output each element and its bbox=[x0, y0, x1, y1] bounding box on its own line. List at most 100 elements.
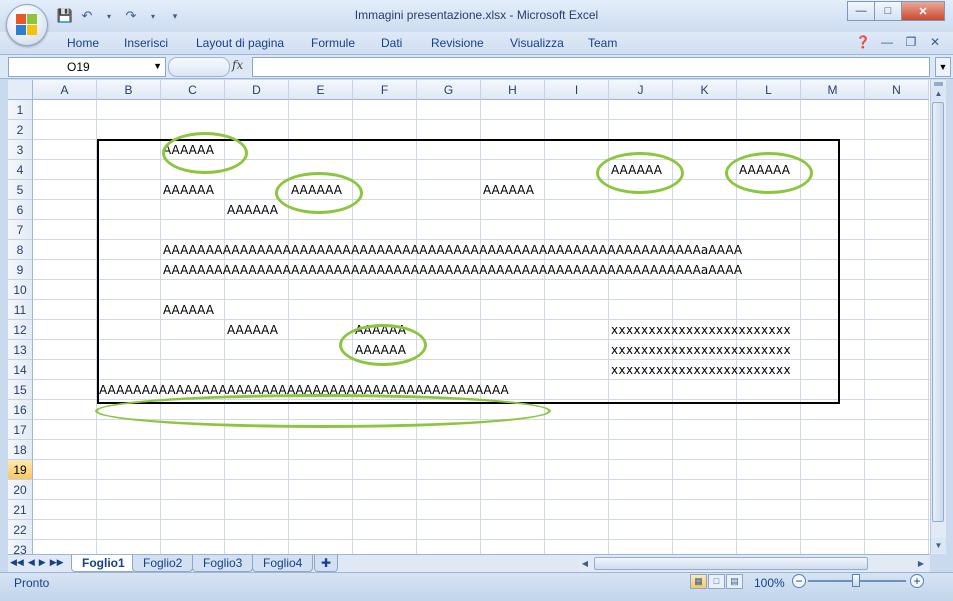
ellipse-j4-shape[interactable] bbox=[596, 152, 684, 194]
cell-area[interactable]: AAAAAA AAAAAA AAAAAA AAAAAA AAAAAA AAAAAA AAAA… bbox=[33, 100, 930, 554]
column-header-i[interactable]: I bbox=[545, 80, 609, 100]
column-header-m[interactable]: M bbox=[801, 80, 865, 100]
office-logo-icon bbox=[16, 14, 38, 36]
tab-formule[interactable]: Formule bbox=[311, 36, 355, 50]
row-header-6[interactable]: 6 bbox=[8, 200, 33, 220]
prev-sheet-icon[interactable]: ◀ bbox=[28, 557, 35, 568]
tab-home[interactable]: Home bbox=[67, 36, 99, 50]
row-header-21[interactable]: 21 bbox=[8, 500, 33, 520]
status-bar: Pronto ▦ □ ▤ 100% − + bbox=[0, 572, 953, 601]
column-header-d[interactable]: D bbox=[225, 80, 289, 100]
maximize-icon[interactable]: □ bbox=[874, 1, 902, 21]
column-header-b[interactable]: B bbox=[97, 80, 161, 100]
tab-team[interactable]: Team bbox=[588, 36, 617, 50]
help-icon[interactable]: ❓ bbox=[855, 35, 871, 49]
scroll-down-icon[interactable]: ▼ bbox=[931, 538, 946, 553]
page-break-view-icon[interactable]: ▤ bbox=[726, 574, 743, 589]
scroll-left-icon[interactable]: ◀ bbox=[578, 556, 592, 572]
column-header-n[interactable]: N bbox=[865, 80, 929, 100]
sheet-tab-foglio1[interactable]: Foglio1 bbox=[71, 555, 136, 572]
tab-visualizza[interactable]: Visualizza bbox=[510, 36, 564, 50]
tab-inserisci[interactable]: Inserisci bbox=[124, 36, 168, 50]
workbook-restore-icon[interactable]: ❐ bbox=[903, 35, 919, 49]
expand-formula-bar-icon[interactable]: ▼ bbox=[935, 57, 951, 77]
row-header-1[interactable]: 1 bbox=[8, 100, 33, 120]
row-header-9[interactable]: 9 bbox=[8, 260, 33, 280]
column-header-c[interactable]: C bbox=[161, 80, 225, 100]
tab-revisione[interactable]: Revisione bbox=[431, 36, 484, 50]
ellipse-c3-shape[interactable] bbox=[162, 132, 248, 174]
zoom-slider-thumb[interactable] bbox=[852, 574, 860, 587]
insert-function-icon[interactable]: fx bbox=[232, 58, 243, 72]
row-header-17[interactable]: 17 bbox=[8, 420, 33, 440]
view-buttons: ▦ □ ▤ bbox=[690, 574, 743, 589]
row-header-4[interactable]: 4 bbox=[8, 160, 33, 180]
row-header-3[interactable]: 3 bbox=[8, 140, 33, 160]
column-header-h[interactable]: H bbox=[481, 80, 545, 100]
name-box-value: O19 bbox=[67, 60, 90, 74]
horizontal-scrollbar[interactable]: ◀ ▶ bbox=[578, 556, 928, 572]
column-header-e[interactable]: E bbox=[289, 80, 353, 100]
formula-input[interactable] bbox=[252, 57, 930, 77]
row-header-22[interactable]: 22 bbox=[8, 520, 33, 540]
minimize-icon[interactable]: — bbox=[847, 1, 875, 21]
sheet-tab-foglio2[interactable]: Foglio2 bbox=[132, 555, 194, 572]
page-layout-view-icon[interactable]: □ bbox=[708, 574, 725, 589]
column-header-a[interactable]: A bbox=[33, 80, 97, 100]
zoom-level[interactable]: 100% bbox=[754, 576, 785, 590]
vertical-scroll-thumb[interactable] bbox=[932, 102, 944, 522]
ellipse-e5-shape[interactable] bbox=[275, 172, 363, 214]
column-header-j[interactable]: J bbox=[609, 80, 673, 100]
scroll-up-icon[interactable]: ▲ bbox=[931, 86, 946, 101]
row-header-19[interactable]: 19 bbox=[8, 460, 33, 480]
sheet-nav: ◀◀ ◀ ▶ ▶▶ bbox=[10, 557, 64, 568]
sheet-tabs-bar: ◀◀ ◀ ▶ ▶▶ Foglio1 Foglio2 Foglio3 Foglio… bbox=[8, 554, 930, 573]
vertical-scrollbar[interactable]: ▲ ▼ bbox=[930, 80, 946, 554]
close-icon[interactable]: ✕ bbox=[901, 1, 945, 21]
row-header-18[interactable]: 18 bbox=[8, 440, 33, 460]
scroll-right-icon[interactable]: ▶ bbox=[914, 556, 928, 572]
zoom-in-icon[interactable]: + bbox=[910, 574, 924, 588]
normal-view-icon[interactable]: ▦ bbox=[690, 574, 707, 589]
row-header-12[interactable]: 12 bbox=[8, 320, 33, 340]
name-box[interactable]: O19 ▼ bbox=[8, 57, 166, 77]
tab-dati[interactable]: Dati bbox=[381, 36, 402, 50]
sheet-tab-foglio4[interactable]: Foglio4 bbox=[252, 555, 314, 572]
row-header-11[interactable]: 11 bbox=[8, 300, 33, 320]
row-header-15[interactable]: 15 bbox=[8, 380, 33, 400]
row-header-14[interactable]: 14 bbox=[8, 360, 33, 380]
sheet-tab-foglio3[interactable]: Foglio3 bbox=[192, 555, 254, 572]
name-box-dropdown-icon[interactable]: ▼ bbox=[153, 61, 162, 71]
workbook-minimize-icon[interactable]: — bbox=[879, 35, 895, 49]
row-header-13[interactable]: 13 bbox=[8, 340, 33, 360]
row-header-20[interactable]: 20 bbox=[8, 480, 33, 500]
row-header-5[interactable]: 5 bbox=[8, 180, 33, 200]
row-header-7[interactable]: 7 bbox=[8, 220, 33, 240]
ribbon-window-controls: ❓ — ❐ ✕ bbox=[855, 35, 943, 49]
office-button[interactable] bbox=[6, 4, 48, 46]
row-header-2[interactable]: 2 bbox=[8, 120, 33, 140]
column-header-k[interactable]: K bbox=[673, 80, 737, 100]
insert-sheet-icon[interactable]: ✚ bbox=[314, 555, 339, 572]
title-bar: 💾 ↶ ▾ ↷ ▾ ▾ Immagini presentazione.xlsx … bbox=[0, 0, 953, 46]
horizontal-scroll-thumb[interactable] bbox=[594, 557, 868, 570]
last-sheet-icon[interactable]: ▶▶ bbox=[50, 557, 64, 568]
workbook-close-icon[interactable]: ✕ bbox=[927, 35, 943, 49]
zoom-out-icon[interactable]: − bbox=[792, 574, 806, 588]
row-header-8[interactable]: 8 bbox=[8, 240, 33, 260]
formula-bar-splitter[interactable] bbox=[168, 57, 230, 77]
row-header-23[interactable]: 23 bbox=[8, 540, 33, 554]
column-header-l[interactable]: L bbox=[737, 80, 801, 100]
row-header-10[interactable]: 10 bbox=[8, 280, 33, 300]
column-header-g[interactable]: G bbox=[417, 80, 481, 100]
ribbon-tabs: Home Inserisci Layout di pagina Formule … bbox=[0, 32, 953, 55]
row-header-16[interactable]: 16 bbox=[8, 400, 33, 420]
tab-layout-di-pagina[interactable]: Layout di pagina bbox=[196, 36, 284, 50]
next-sheet-icon[interactable]: ▶ bbox=[39, 557, 46, 568]
first-sheet-icon[interactable]: ◀◀ bbox=[10, 557, 24, 568]
ellipse-b15-shape[interactable] bbox=[95, 394, 551, 428]
ellipse-f12-shape[interactable] bbox=[339, 324, 427, 366]
column-header-f[interactable]: F bbox=[353, 80, 417, 100]
select-all-corner[interactable] bbox=[8, 80, 33, 100]
ellipse-l4-shape[interactable] bbox=[725, 152, 813, 194]
